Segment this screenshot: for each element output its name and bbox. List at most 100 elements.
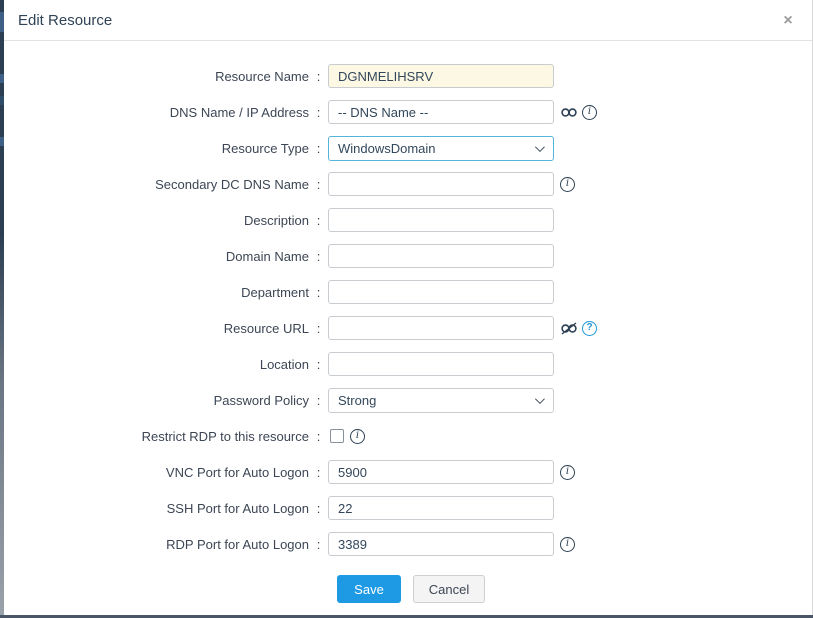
field-label-resource-type: Resource Type <box>4 141 309 156</box>
field-label-password-policy: Password Policy <box>4 393 309 408</box>
description-input[interactable] <box>328 208 554 232</box>
sidebar-sliver-segment <box>0 12 4 32</box>
form-row-resource-name: Resource Name: <box>4 58 812 94</box>
restrict-rdp-to-this-resource-checkbox[interactable] <box>330 429 344 443</box>
field-label-vnc-port-for-auto-logon: VNC Port for Auto Logon <box>4 465 309 480</box>
field-label-ssh-port-for-auto-logon: SSH Port for Auto Logon <box>4 501 309 516</box>
label-separator: : <box>309 429 328 444</box>
field-label-domain-name: Domain Name <box>4 249 309 264</box>
field-control <box>328 172 554 196</box>
label-separator: : <box>309 357 328 372</box>
field-label-secondary-dc-dns-name: Secondary DC DNS Name <box>4 177 309 192</box>
field-label-dns-name-ip-address: DNS Name / IP Address <box>4 105 309 120</box>
field-icons: i <box>560 177 575 192</box>
location-input[interactable] <box>328 352 554 376</box>
vnc-port-for-auto-logon-input[interactable] <box>328 460 554 484</box>
field-label-location: Location <box>4 357 309 372</box>
field-icons: i <box>560 104 597 120</box>
form-row-vnc-port-for-auto-logon: VNC Port for Auto Logon: i <box>4 454 812 490</box>
ssh-port-for-auto-logon-input[interactable] <box>328 496 554 520</box>
domain-name-input[interactable] <box>328 244 554 268</box>
form-row-department: Department: <box>4 274 812 310</box>
label-separator: : <box>309 177 328 192</box>
resource-url-input[interactable] <box>328 316 554 340</box>
sidebar-sliver-segment <box>0 74 4 83</box>
binoculars-off-icon[interactable] <box>560 320 578 336</box>
field-control <box>328 532 554 556</box>
field-label-resource-name: Resource Name <box>4 69 309 84</box>
rdp-port-for-auto-logon-input[interactable] <box>328 532 554 556</box>
field-label-resource-url: Resource URL <box>4 321 309 336</box>
resource-name-input[interactable] <box>328 64 554 88</box>
dialog-title: Edit Resource <box>18 12 112 29</box>
field-control <box>328 100 554 124</box>
field-control <box>328 460 554 484</box>
field-control <box>328 429 344 443</box>
binoculars-icon[interactable] <box>560 104 578 120</box>
label-separator: : <box>309 69 328 84</box>
label-separator: : <box>309 105 328 120</box>
field-label-description: Description <box>4 213 309 228</box>
form-row-resource-type: Resource Type: WindowsDomain <box>4 130 812 166</box>
help-icon[interactable]: ? <box>582 321 597 336</box>
field-control <box>328 208 554 232</box>
resource-type-select[interactable]: WindowsDomain <box>328 136 554 161</box>
field-control <box>328 244 554 268</box>
sidebar-sliver-segment <box>0 96 4 105</box>
field-control <box>328 352 554 376</box>
save-button[interactable]: Save <box>337 575 401 603</box>
label-separator: : <box>309 501 328 516</box>
dialog-header: Edit Resource × <box>4 0 812 41</box>
field-icons: i <box>350 429 365 444</box>
field-icons: i <box>560 537 575 552</box>
form-row-password-policy: Password Policy: Strong <box>4 382 812 418</box>
field-control <box>328 64 554 88</box>
label-separator: : <box>309 321 328 336</box>
chevron-down-icon <box>535 142 545 152</box>
password-policy-selected-value: Strong <box>338 393 376 408</box>
field-control <box>328 280 554 304</box>
resource-type-selected-value: WindowsDomain <box>338 141 436 156</box>
form-row-description: Description: <box>4 202 812 238</box>
label-separator: : <box>309 393 328 408</box>
info-icon[interactable]: i <box>350 429 365 444</box>
close-icon[interactable]: × <box>780 13 796 29</box>
dialog-actions: Save Cancel <box>337 575 812 603</box>
form-row-rdp-port-for-auto-logon: RDP Port for Auto Logon: i <box>4 526 812 562</box>
label-separator: : <box>309 537 328 552</box>
cancel-button[interactable]: Cancel <box>413 575 485 603</box>
dns-name-ip-address-input[interactable] <box>328 100 554 124</box>
info-icon[interactable]: i <box>560 537 575 552</box>
field-icons: ? <box>560 320 597 336</box>
field-label-rdp-port-for-auto-logon: RDP Port for Auto Logon <box>4 537 309 552</box>
info-icon[interactable]: i <box>560 465 575 480</box>
department-input[interactable] <box>328 280 554 304</box>
secondary-dc-dns-name-input[interactable] <box>328 172 554 196</box>
info-icon[interactable]: i <box>560 177 575 192</box>
edit-resource-form: Resource Name:DNS Name / IP Address:iRes… <box>4 41 812 562</box>
label-separator: : <box>309 249 328 264</box>
field-icons: i <box>560 465 575 480</box>
field-control: WindowsDomain <box>328 136 554 161</box>
label-separator: : <box>309 285 328 300</box>
field-control <box>328 316 554 340</box>
field-control <box>328 496 554 520</box>
background-sidebar-sliver <box>0 0 4 618</box>
label-separator: : <box>309 141 328 156</box>
password-policy-select[interactable]: Strong <box>328 388 554 413</box>
field-control: Strong <box>328 388 554 413</box>
field-label-department: Department <box>4 285 309 300</box>
info-icon[interactable]: i <box>582 105 597 120</box>
label-separator: : <box>309 213 328 228</box>
form-row-dns-name-ip-address: DNS Name / IP Address: i <box>4 94 812 130</box>
chevron-down-icon <box>535 394 545 404</box>
edit-resource-dialog: Edit Resource × Resource Name:DNS Name /… <box>4 0 812 615</box>
form-row-resource-url: Resource URL:? <box>4 310 812 346</box>
form-row-restrict-rdp-to-this-resource: Restrict RDP to this resource: i <box>4 418 812 454</box>
sidebar-sliver-segment <box>0 137 4 146</box>
field-label-restrict-rdp-to-this-resource: Restrict RDP to this resource <box>4 429 309 444</box>
label-separator: : <box>309 465 328 480</box>
form-row-ssh-port-for-auto-logon: SSH Port for Auto Logon: <box>4 490 812 526</box>
form-row-domain-name: Domain Name: <box>4 238 812 274</box>
form-row-secondary-dc-dns-name: Secondary DC DNS Name: i <box>4 166 812 202</box>
